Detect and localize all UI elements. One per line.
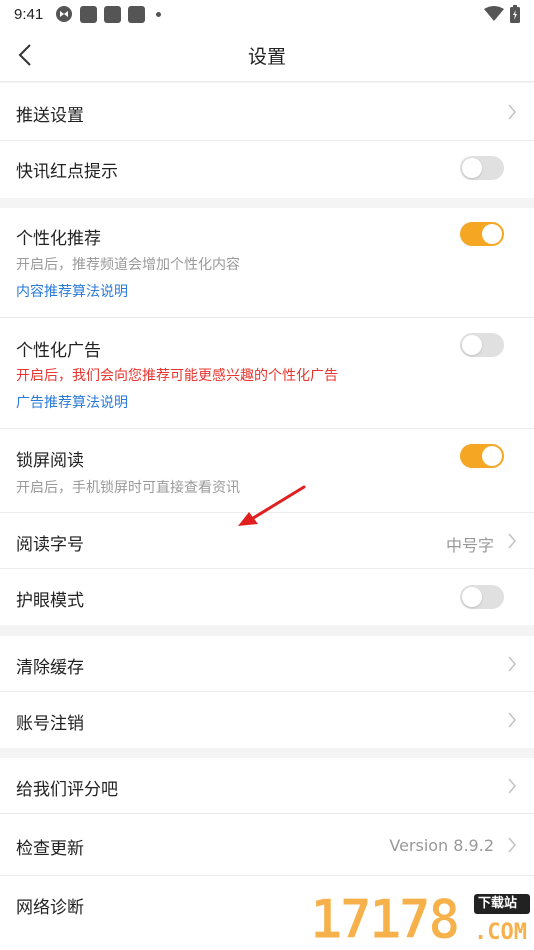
eye-mode-row: 护眼模式	[0, 569, 534, 625]
nav-bar: 设置	[0, 28, 534, 82]
eye-mode-label: 护眼模式	[16, 591, 84, 611]
personal-ad-desc: 开启后，我们会向您推荐可能更感兴趣的个性化广告	[16, 368, 338, 384]
more-notifications-dot	[156, 11, 162, 17]
chevron-right-icon	[508, 778, 517, 794]
news-dot-row: 快讯红点提示	[0, 141, 534, 198]
network-diagnose-label: 网络诊断	[16, 898, 84, 918]
personal-ad-toggle[interactable]	[460, 333, 504, 357]
check-update-label: 检查更新	[16, 839, 84, 859]
lock-read-toggle[interactable]	[460, 444, 504, 468]
chevron-right-icon	[508, 104, 517, 120]
notification-icon	[80, 5, 98, 23]
wifi-icon	[484, 6, 504, 21]
check-update-row[interactable]: 检查更新 Version 8.9.2	[0, 814, 534, 876]
push-settings-label: 推送设置	[16, 106, 84, 126]
status-bar: 9:41	[0, 0, 534, 28]
watermark-com: .COM	[474, 920, 527, 945]
watermark-tag: 下载站	[478, 896, 518, 911]
rate-label: 给我们评分吧	[16, 780, 118, 800]
chevron-right-icon	[508, 837, 517, 853]
cancel-account-label: 账号注销	[16, 714, 84, 734]
push-settings-row[interactable]: 推送设置	[0, 83, 534, 141]
ad-algorithm-link[interactable]: 广告推荐算法说明	[16, 392, 128, 412]
chevron-right-icon	[508, 656, 517, 672]
chevron-right-icon	[508, 712, 517, 728]
notification-icon	[104, 5, 122, 23]
clear-cache-row[interactable]: 清除缓存	[0, 636, 534, 692]
settings-group-notifications: 推送设置 快讯红点提示	[0, 83, 534, 198]
cancel-account-row[interactable]: 账号注销	[0, 692, 534, 748]
personal-ad-row: 个性化广告 开启后，我们会向您推荐可能更感兴趣的个性化广告 广告推荐算法说明	[0, 318, 534, 429]
personal-rec-row: 个性化推荐 开启后，推荐频道会增加个性化内容 内容推荐算法说明	[0, 208, 534, 318]
chevron-right-icon	[508, 533, 517, 549]
status-time: 9:41	[14, 5, 44, 23]
settings-group-account: 清除缓存 账号注销	[0, 636, 534, 748]
page-title: 设置	[247, 46, 286, 68]
personal-ad-label: 个性化广告	[16, 341, 101, 361]
notification-icon	[128, 5, 146, 23]
personal-rec-label: 个性化推荐	[16, 229, 101, 249]
status-notification-icons	[55, 5, 162, 23]
news-dot-toggle[interactable]	[460, 156, 504, 180]
lock-read-desc: 开启后，手机锁屏时可直接查看资讯	[16, 480, 240, 496]
personal-rec-desc: 开启后，推荐频道会增加个性化内容	[16, 257, 240, 273]
app-notification-icon	[56, 6, 73, 22]
news-dot-label: 快讯红点提示	[16, 162, 118, 182]
rec-algorithm-link[interactable]: 内容推荐算法说明	[16, 281, 128, 301]
settings-group-personalization: 个性化推荐 开启后，推荐频道会增加个性化内容 内容推荐算法说明 个性化广告 开启…	[0, 208, 534, 625]
font-size-label: 阅读字号	[16, 535, 84, 555]
watermark-digits: 17178	[310, 888, 462, 950]
battery-icon	[510, 5, 520, 23]
rate-row[interactable]: 给我们评分吧	[0, 758, 534, 814]
eye-mode-toggle[interactable]	[460, 585, 504, 609]
clear-cache-label: 清除缓存	[16, 658, 84, 678]
version-value: Version 8.9.2	[389, 836, 494, 855]
watermark-logo: 17178 下载站 .COM	[308, 890, 534, 950]
lock-read-label: 锁屏阅读	[16, 451, 84, 471]
annotation-arrow-icon	[238, 485, 306, 526]
font-size-value: 中号字	[445, 536, 494, 555]
personal-rec-toggle[interactable]	[460, 222, 504, 246]
